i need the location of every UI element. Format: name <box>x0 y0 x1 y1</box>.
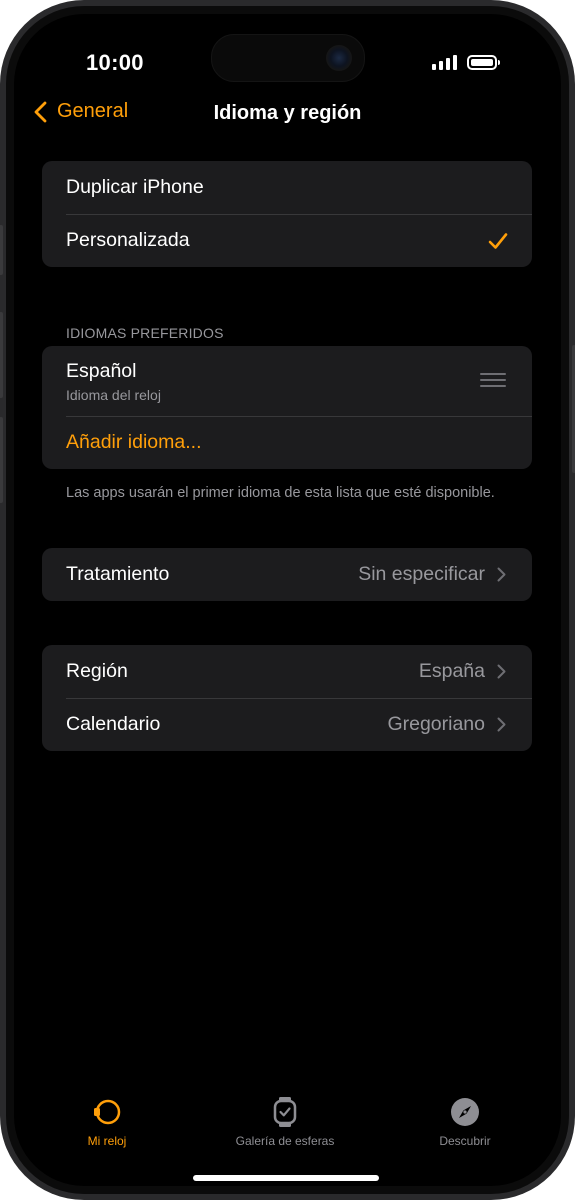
tab-discover[interactable]: Descubrir <box>385 1096 545 1148</box>
section-header-preferred-languages: IDIOMAS PREFERIDOS <box>66 325 224 341</box>
tab-label: Mi reloj <box>87 1134 127 1148</box>
volume-down-button <box>0 417 3 503</box>
action-button <box>0 225 3 275</box>
tab-bar: Mi reloj Galería de esferas Descubrir <box>14 1096 561 1156</box>
camera-icon <box>326 45 352 71</box>
language-mode-group: Duplicar iPhone Personalizada <box>42 161 532 267</box>
treatment-group: Tratamiento Sin especificar <box>42 548 532 601</box>
option-label: Personalizada <box>66 229 190 251</box>
treatment-label: Tratamiento <box>66 563 170 585</box>
chevron-right-icon <box>497 664 506 679</box>
tab-label: Galería de esferas <box>235 1134 335 1148</box>
tab-face-gallery[interactable]: Galería de esferas <box>205 1096 365 1148</box>
dynamic-island <box>211 34 365 82</box>
bezel: 10:00 General Idioma y región Duplicar i… <box>6 6 569 1194</box>
region-label: Región <box>66 660 128 682</box>
calendar-row[interactable]: Calendario Gregoriano <box>42 698 532 751</box>
treatment-row[interactable]: Tratamiento Sin especificar <box>42 548 532 601</box>
calendar-value: Gregoriano <box>387 713 485 735</box>
watch-face-icon <box>273 1097 297 1127</box>
tab-my-watch[interactable]: Mi reloj <box>27 1096 187 1148</box>
home-indicator[interactable] <box>193 1175 379 1181</box>
language-name: Español <box>66 359 137 382</box>
cellular-signal-icon <box>432 54 457 70</box>
region-group: Región España Calendario Gregoriano <box>42 645 532 751</box>
page-title: Idioma y región <box>213 102 362 124</box>
preferred-languages-group: Español Idioma del reloj Añadir idioma..… <box>42 346 532 469</box>
phone-frame: 10:00 General Idioma y región Duplicar i… <box>0 0 575 1200</box>
volume-up-button <box>0 312 3 398</box>
chevron-right-icon <box>497 717 506 732</box>
treatment-value: Sin especificar <box>358 563 485 585</box>
checkmark-icon <box>488 232 508 249</box>
battery-icon <box>467 54 500 70</box>
calendar-label: Calendario <box>66 713 161 735</box>
status-indicators <box>432 54 500 70</box>
region-value: España <box>418 660 485 682</box>
tab-label: Descubrir <box>439 1134 491 1148</box>
add-language-label: Añadir idioma... <box>66 431 202 453</box>
option-duplicate-iphone[interactable]: Duplicar iPhone <box>42 161 532 214</box>
screen: 10:00 General Idioma y región Duplicar i… <box>14 14 561 1186</box>
option-custom[interactable]: Personalizada <box>42 214 532 267</box>
status-time: 10:00 <box>86 50 144 75</box>
compass-icon <box>451 1098 479 1126</box>
chevron-right-icon <box>497 567 506 582</box>
watch-side-icon <box>94 1099 121 1125</box>
add-language-button[interactable]: Añadir idioma... <box>42 416 532 469</box>
region-row[interactable]: Región España <box>42 645 532 698</box>
language-subtitle: Idioma del reloj <box>66 386 161 403</box>
language-row-spanish[interactable]: Español Idioma del reloj <box>42 346 532 416</box>
option-label: Duplicar iPhone <box>66 176 204 198</box>
preferred-languages-footer: Las apps usarán el primer idioma de esta… <box>66 485 495 501</box>
reorder-handle-icon[interactable] <box>480 373 506 391</box>
